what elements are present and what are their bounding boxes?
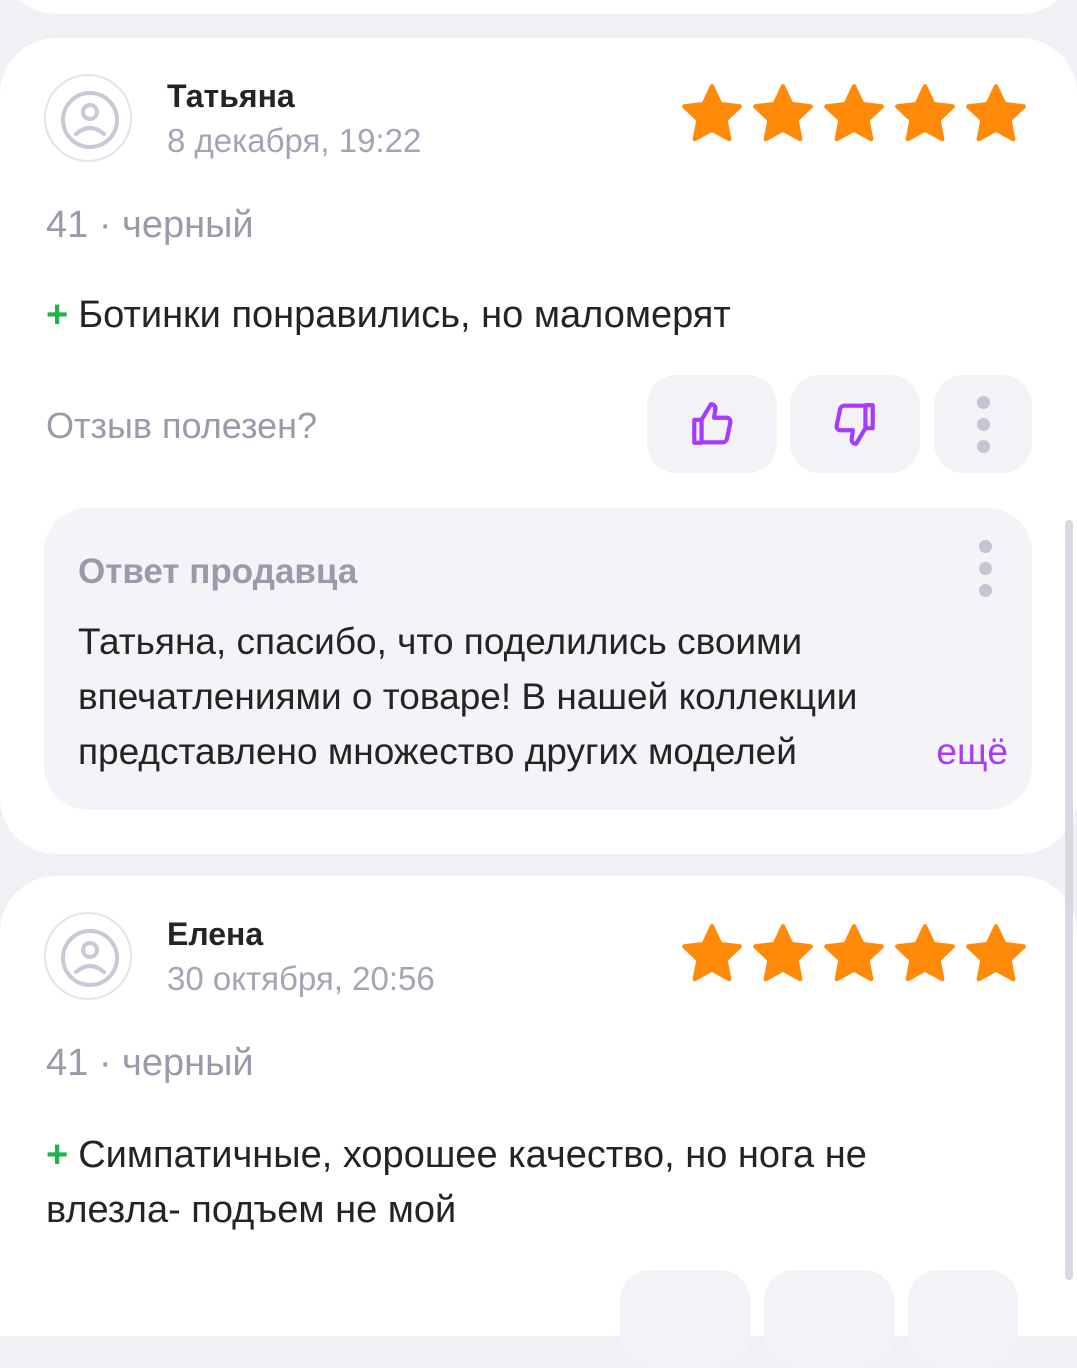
more-options-button[interactable] bbox=[908, 1270, 1018, 1368]
more-vertical-icon[interactable] bbox=[979, 540, 992, 597]
star-icon bbox=[966, 84, 1026, 142]
review-author: Елена bbox=[167, 916, 264, 952]
plus-sign: + bbox=[46, 294, 69, 336]
more-options-button[interactable] bbox=[934, 375, 1032, 473]
star-icon bbox=[895, 924, 955, 982]
like-button[interactable] bbox=[620, 1270, 750, 1368]
review-card: Татьяна 8 декабря, 19:22 41 · черный + Бо… bbox=[0, 38, 1077, 854]
star-icon bbox=[895, 84, 955, 142]
star-icon bbox=[966, 924, 1026, 982]
seller-reply-text: Татьяна, спасибо, что поделились своими … bbox=[78, 621, 858, 772]
review-date: 30 октября, 20:56 bbox=[167, 960, 435, 997]
review-variant: 41 · черный bbox=[46, 204, 254, 246]
avatar bbox=[44, 912, 132, 1000]
thumbs-down-icon bbox=[834, 403, 875, 446]
rating-stars bbox=[679, 923, 1029, 985]
read-more-link[interactable]: ещё bbox=[896, 724, 1008, 779]
star-icon bbox=[753, 84, 813, 142]
scrollbar[interactable] bbox=[1065, 520, 1073, 1280]
star-icon bbox=[682, 924, 742, 982]
star-icon bbox=[824, 924, 884, 982]
seller-reply: Ответ продавца Татьяна, спасибо, что под… bbox=[44, 508, 1032, 810]
like-button[interactable] bbox=[647, 375, 777, 473]
avatar-placeholder-icon bbox=[61, 929, 119, 987]
dislike-button[interactable] bbox=[790, 375, 920, 473]
star-icon bbox=[682, 84, 742, 142]
dislike-button[interactable] bbox=[764, 1270, 894, 1368]
helpful-label: Отзыв полезен? bbox=[46, 405, 317, 446]
review-text-body: Ботинки понравились, но маломерят bbox=[78, 294, 731, 336]
more-vertical-icon bbox=[976, 395, 990, 453]
review-variant: 41 · черный bbox=[46, 1042, 254, 1084]
plus-sign: + bbox=[46, 1134, 69, 1176]
previous-review-card bbox=[0, 0, 1077, 14]
review-text: + Симпатичные, хорошее качество, но нога … bbox=[46, 1128, 957, 1238]
review-text-body: Симпатичные, хорошее качество, но нога н… bbox=[46, 1134, 867, 1231]
star-icon bbox=[824, 84, 884, 142]
review-card: Елена 30 октября, 20:56 41 · черный + Сим… bbox=[0, 876, 1077, 1368]
rating-stars bbox=[679, 83, 1029, 145]
seller-reply-title: Ответ продавца bbox=[78, 552, 358, 591]
review-text: + Ботинки понравились, но маломерят bbox=[46, 288, 957, 343]
star-icon bbox=[753, 924, 813, 982]
seller-reply-text-wrap: Татьяна, спасибо, что поделились своими … bbox=[78, 614, 1008, 779]
avatar-placeholder-icon bbox=[61, 91, 119, 149]
review-date: 8 декабря, 19:22 bbox=[167, 122, 422, 159]
avatar bbox=[44, 74, 132, 162]
thumbs-up-icon bbox=[692, 402, 733, 445]
review-author: Татьяна bbox=[167, 78, 295, 114]
